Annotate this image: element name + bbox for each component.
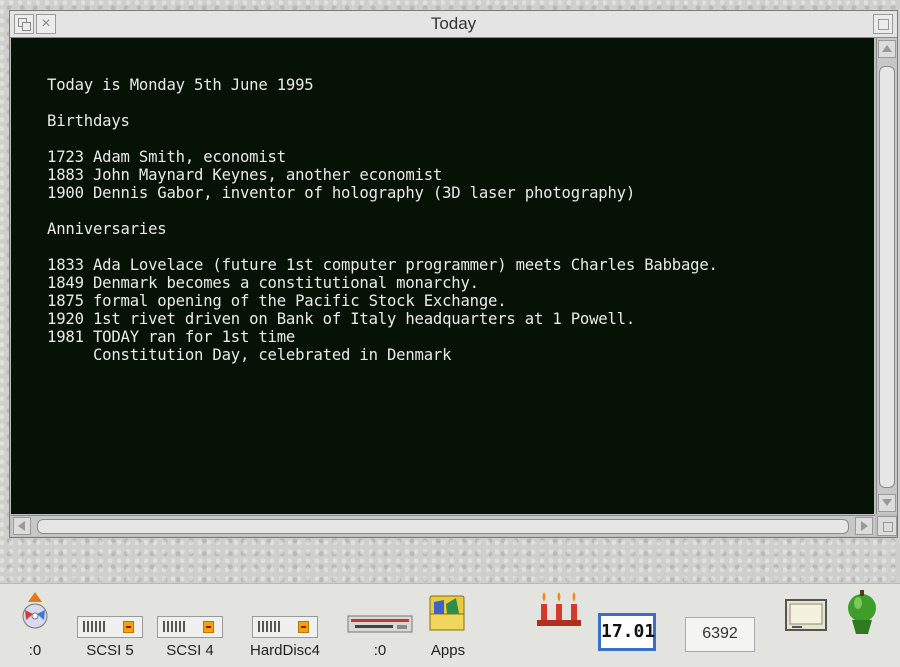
text-line: 1833 Ada Lovelace (future 1st computer p… [47, 256, 718, 274]
apps-folder[interactable]: Apps [426, 588, 470, 659]
drive-harddisc4[interactable]: HardDisc4 [250, 588, 320, 659]
text-line [47, 202, 874, 220]
text-line: Constitution Day, celebrated in Denmark [47, 346, 452, 364]
vertical-scroll-thumb[interactable] [879, 66, 895, 488]
apps-label: Apps [430, 642, 466, 659]
text-line: Anniversaries [47, 220, 167, 238]
resize-icon[interactable] [877, 516, 897, 536]
close-icon[interactable]: × [36, 14, 56, 34]
text-line [47, 130, 874, 148]
horizontal-scrollbar[interactable] [11, 515, 875, 536]
text-pane: Today is Monday 5th June 1995 Birthdays … [11, 38, 874, 514]
scroll-down-icon[interactable] [878, 494, 896, 512]
text-line: 1875 formal opening of the Pacific Stock… [47, 292, 507, 310]
drive-label: HardDisc4 [249, 642, 321, 659]
cdrom-drive[interactable]: :0 [20, 588, 50, 659]
text-line: 1920 1st rivet driven on Bank of Italy h… [47, 310, 636, 328]
floppy-drive-icon [347, 615, 413, 633]
scroll-left-icon[interactable] [13, 517, 31, 535]
cd-rom-icon [22, 592, 48, 629]
apps-folder-icon [429, 595, 465, 631]
drive-scsi-4[interactable]: SCSI 4 [157, 588, 223, 659]
scroll-up-icon[interactable] [878, 40, 896, 58]
scsi-drive-icon [77, 616, 143, 638]
text-content: Today is Monday 5th June 1995 Birthdays … [11, 38, 874, 364]
text-line: 1723 Adam Smith, economist [47, 148, 286, 166]
drive-scsi-5[interactable]: SCSI 5 [77, 588, 143, 659]
text-line: Birthdays [47, 112, 130, 130]
scroll-right-icon[interactable] [855, 517, 873, 535]
toggle-size-icon[interactable] [873, 14, 893, 34]
acorn-task-manager[interactable] [842, 588, 882, 640]
text-line: 1981 TODAY ran for 1st time [47, 328, 296, 346]
icon-bar: :0 SCSI 5 SCSI 4 HardDisc4 :0 Apps [0, 583, 900, 667]
floppy-drive[interactable]: :0 [347, 588, 413, 659]
horizontal-scroll-thumb[interactable] [37, 519, 849, 534]
title-bar[interactable]: × Today [10, 11, 897, 38]
scsi-drive-icon [157, 616, 223, 638]
today-app[interactable] [536, 588, 582, 628]
display-app[interactable] [782, 588, 830, 634]
text-line: 1883 John Maynard Keynes, another econom… [47, 166, 443, 184]
text-line: 1849 Denmark becomes a constitutional mo… [47, 274, 479, 292]
text-line: Today is Monday 5th June 1995 [47, 76, 314, 94]
window-title: Today [430, 14, 477, 33]
text-line: 1900 Dennis Gabor, inventor of holograph… [47, 184, 636, 202]
candles-icon [537, 592, 581, 626]
clock-display[interactable]: 17.01 [598, 613, 656, 651]
today-window[interactable]: × Today Today is Monday 5th June 1995 Bi… [9, 10, 898, 538]
vertical-scrollbar[interactable] [876, 38, 897, 514]
text-line [47, 238, 874, 256]
text-line [47, 94, 874, 112]
drive-label: SCSI 4 [166, 642, 214, 659]
back-icon[interactable] [14, 14, 34, 34]
acorn-icon [848, 590, 876, 634]
free-memory-display[interactable]: 6392 [685, 617, 755, 652]
display-icon [785, 599, 827, 631]
hard-disc-icon [252, 616, 318, 638]
